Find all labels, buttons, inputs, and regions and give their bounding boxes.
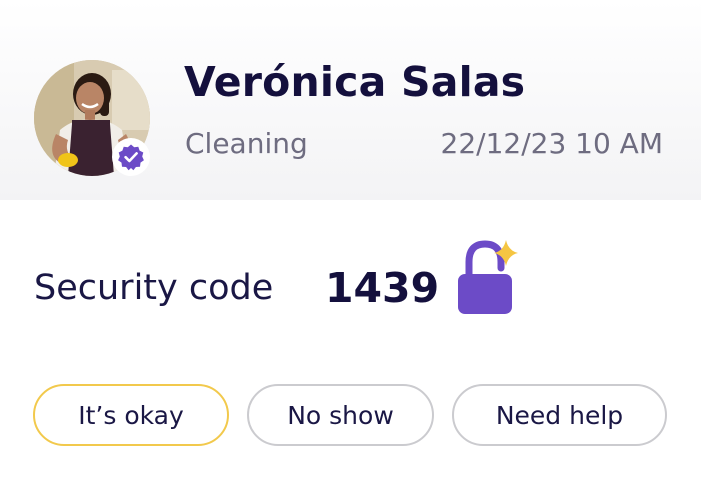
provider-name: Verónica Salas (184, 58, 526, 106)
its-okay-button[interactable]: It’s okay (33, 384, 229, 446)
verified-badge (112, 138, 150, 176)
lock-sparkle-icon (454, 238, 524, 322)
verified-check-icon (118, 144, 144, 171)
security-code-label: Security code (34, 268, 274, 308)
appointment-datetime: 22/12/23 10 AM (440, 127, 664, 160)
no-show-button[interactable]: No show (247, 384, 434, 446)
service-type: Cleaning (185, 127, 308, 160)
need-help-button[interactable]: Need help (452, 384, 667, 446)
security-code-value: 1439 (325, 264, 440, 312)
